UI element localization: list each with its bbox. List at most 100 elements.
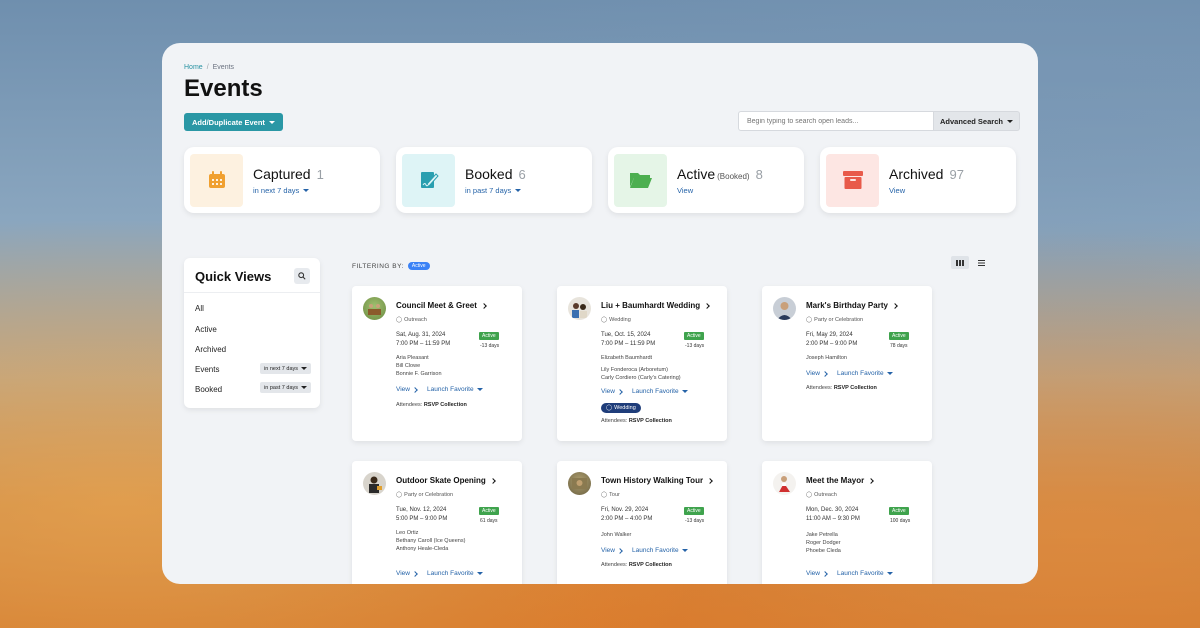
person: Elizabeth Baumhardt — [601, 355, 653, 361]
launch-favorite-label: Launch Favorite — [426, 570, 474, 577]
event-card[interactable]: Council Meet & Greet ◯ Outreach Sat, Aug.… — [352, 286, 522, 441]
event-type: ◯ Tour — [601, 492, 620, 498]
event-card[interactable]: Meet the Mayor ◯ Outreach Mon, Dec. 30, 2… — [762, 461, 932, 584]
person: Aria Pleasant — [396, 355, 429, 361]
event-card[interactable]: Liu + Baumhardt Wedding ◯ Wedding Tue, Oc… — [557, 286, 727, 441]
view-link[interactable]: View — [806, 570, 828, 577]
stat-card-active[interactable]: Active (Booked) 8 View — [608, 147, 804, 213]
event-name-label: Town History Walking Tour — [601, 476, 704, 485]
event-name[interactable]: Meet the Mayor — [806, 476, 875, 485]
event-datetime: Fri, Nov. 29, 2024 2:00 PM – 4:00 PM — [601, 506, 652, 523]
launch-favorite-label: Launch Favorite — [631, 388, 679, 395]
event-people: Leo Ortiz Bethany Caroll (Ice Queens) An… — [396, 529, 465, 553]
quick-views-title: Quick Views — [195, 268, 272, 284]
event-name[interactable]: Mark's Birthday Party — [806, 301, 899, 310]
caret-down-icon — [303, 188, 310, 192]
stat-card-archived[interactable]: Archived 97 View — [820, 147, 1016, 213]
event-name-label: Mark's Birthday Party — [806, 301, 888, 310]
event-days: 100 days — [890, 518, 911, 524]
event-type-label: Tour — [609, 492, 620, 498]
view-link[interactable]: View — [806, 370, 828, 377]
person: Phoebe Cleda — [806, 548, 841, 554]
launch-favorite-dropdown[interactable]: Launch Favorite — [632, 388, 688, 395]
view-label: View — [396, 386, 410, 393]
event-name[interactable]: Liu + Baumhardt Wedding — [601, 301, 711, 310]
quick-view-events[interactable]: Events — [195, 365, 219, 374]
stat-range-dropdown[interactable]: in past 7 days — [465, 186, 526, 195]
event-card[interactable]: Town History Walking Tour ◯ Tour Fri, Nov… — [557, 461, 727, 584]
event-people: Aria Pleasant Bill Clowe Bonnie F. Garri… — [396, 354, 442, 378]
view-link[interactable]: View — [601, 388, 623, 395]
attendees-value[interactable]: RSVP Collection — [834, 385, 877, 391]
event-date: Tue, Oct. 15, 2024 — [601, 332, 651, 338]
event-days: 78 days — [890, 343, 908, 349]
status-badge: Active — [684, 332, 704, 340]
event-card[interactable]: Mark's Birthday Party ◯ Party or Celebrat… — [762, 286, 932, 441]
list-view-toggle[interactable] — [972, 256, 990, 269]
chevron-right-icon — [490, 478, 496, 484]
event-name[interactable]: Outdoor Skate Opening — [396, 476, 496, 485]
stat-view-link[interactable]: View — [889, 186, 964, 195]
launch-favorite-dropdown[interactable]: Launch Favorite — [427, 570, 483, 577]
add-duplicate-event-button[interactable]: Add/Duplicate Event — [184, 113, 283, 131]
archive-icon — [826, 153, 879, 207]
stat-title: Captured — [253, 165, 311, 182]
launch-favorite-dropdown[interactable]: Launch Favorite — [837, 370, 893, 377]
view-link[interactable]: View — [396, 386, 418, 393]
chevron-right-icon — [617, 547, 623, 554]
stat-view-link[interactable]: View — [677, 186, 763, 195]
chevron-right-icon — [868, 478, 875, 484]
event-type-label: Outreach — [404, 317, 427, 323]
stat-title: Booked — [465, 165, 513, 182]
search-input[interactable] — [738, 111, 934, 131]
quick-view-archived[interactable]: Archived — [195, 345, 226, 354]
caret-down-icon — [1006, 119, 1013, 123]
event-name[interactable]: Town History Walking Tour — [601, 476, 714, 485]
event-attendees: Attendees: RSVP Collection — [601, 562, 672, 568]
event-attendees: Attendees: RSVP Collection — [396, 402, 467, 408]
view-link[interactable]: View — [601, 547, 623, 554]
grid-view-toggle[interactable] — [951, 256, 969, 269]
booked-range-value: in past 7 days — [264, 384, 298, 391]
filter-badge[interactable]: Active — [407, 262, 430, 270]
launch-favorite-dropdown[interactable]: Launch Favorite — [837, 570, 893, 577]
view-link[interactable]: View — [396, 570, 418, 577]
stat-count: 97 — [949, 166, 964, 182]
event-time: 7:00 PM – 11:59 PM — [601, 340, 656, 347]
stat-range-dropdown[interactable]: in next 7 days — [253, 186, 324, 195]
event-name-label: Outdoor Skate Opening — [396, 476, 486, 485]
events-range-select[interactable]: in next 7 days — [260, 363, 311, 374]
person: Jake Petrella — [806, 532, 838, 538]
launch-favorite-dropdown[interactable]: Launch Favorite — [427, 386, 483, 393]
attendees-label: Attendees: — [396, 402, 423, 408]
event-type: ◯ Party or Celebration — [396, 492, 453, 498]
event-attendees: Attendees: RSVP Collection — [806, 385, 877, 391]
breadcrumb-current: Events — [212, 64, 235, 71]
quick-view-booked[interactable]: Booked — [195, 385, 222, 394]
event-days: -13 days — [480, 343, 500, 349]
stat-link-label: in past 7 days — [465, 185, 512, 195]
quick-view-active[interactable]: Active — [195, 325, 217, 334]
event-card[interactable]: Outdoor Skate Opening ◯ Party or Celebrat… — [352, 461, 522, 584]
stat-card-captured[interactable]: Captured 1 in next 7 days — [184, 147, 380, 213]
event-actions: View Launch Favorite — [601, 388, 688, 395]
launch-favorite-dropdown[interactable]: Launch Favorite — [632, 547, 688, 554]
stat-card-booked[interactable]: Booked 6 in past 7 days — [396, 147, 592, 213]
event-name[interactable]: Council Meet & Greet — [396, 301, 487, 310]
event-time: 2:00 PM – 4:00 PM — [601, 515, 653, 522]
search-icon[interactable] — [294, 268, 310, 284]
grid-icon — [956, 259, 964, 266]
advanced-search-button[interactable]: Advanced Search — [934, 111, 1020, 131]
attendees-value[interactable]: RSVP Collection — [629, 562, 672, 568]
quick-view-all[interactable]: All — [195, 304, 204, 313]
event-datetime: Fri, May 29, 2024 2:00 PM – 9:00 PM — [806, 331, 857, 348]
calendar-icon — [190, 153, 243, 207]
stat-count: 8 — [755, 166, 763, 182]
event-tag[interactable]: ◯ Wedding — [601, 403, 641, 413]
tag-icon: ◯ — [806, 492, 813, 498]
attendees-value[interactable]: RSVP Collection — [424, 402, 467, 408]
attendees-value[interactable]: RSVP Collection — [629, 418, 672, 424]
person: Roger Dodger — [806, 540, 841, 546]
breadcrumb-home[interactable]: Home — [184, 64, 203, 71]
booked-range-select[interactable]: in past 7 days — [260, 382, 311, 393]
